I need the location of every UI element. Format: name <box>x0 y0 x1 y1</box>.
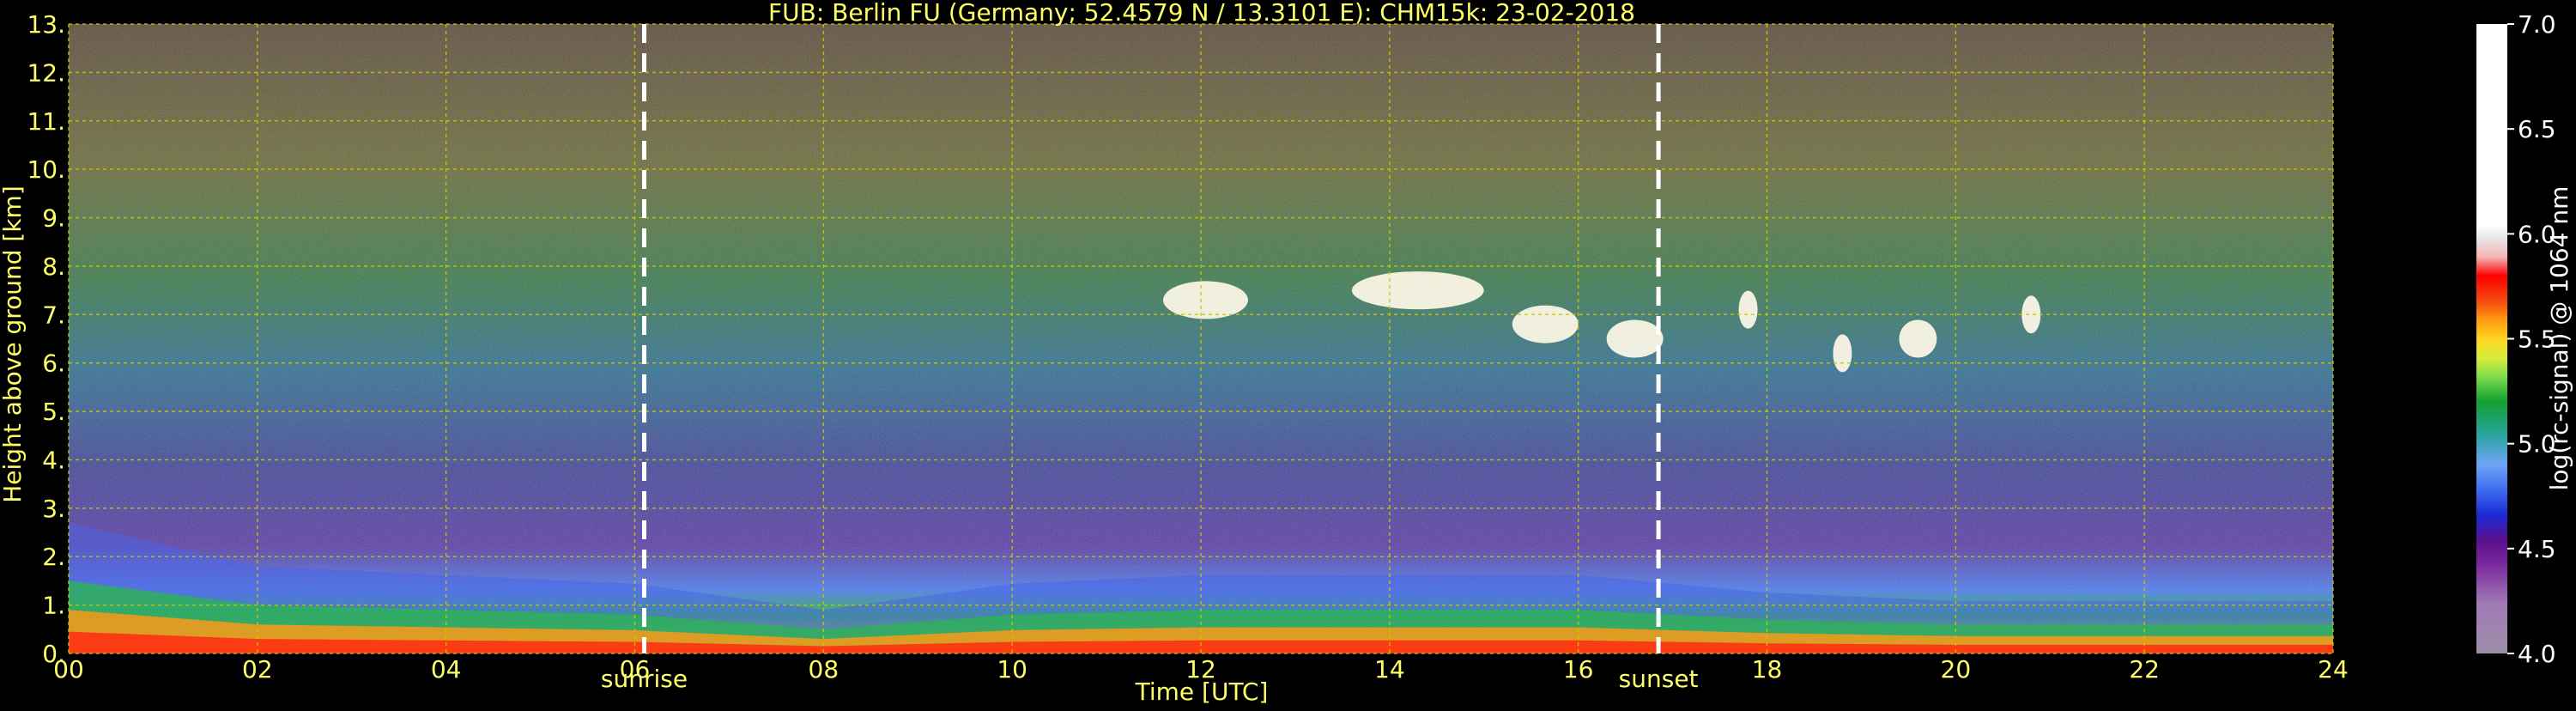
cirrus-cloud <box>1833 334 1852 373</box>
y-tick-label: 2. <box>42 543 65 571</box>
y-tick-label: 6. <box>42 349 65 378</box>
x-tick-label: 22 <box>2129 655 2160 684</box>
x-axis-label: Time [UTC] <box>1135 678 1269 706</box>
x-tick-label: 08 <box>809 655 839 684</box>
x-tick-label: 18 <box>1752 655 1783 684</box>
colorbar-tick-label: 7.0 <box>2518 10 2556 39</box>
x-tick-label: 14 <box>1374 655 1405 684</box>
x-tick-label: 02 <box>242 655 273 684</box>
y-tick-label: 4. <box>42 446 65 474</box>
x-tick-label: 24 <box>2318 655 2349 684</box>
y-tick-label: 12. <box>27 58 65 87</box>
colorbar-label: log(rc-signal) @ 1064 nm <box>2545 186 2573 491</box>
cirrus-cloud <box>1899 319 1937 358</box>
colorbar-tick-label: 4.5 <box>2518 535 2556 563</box>
sun-event-label: sunrise <box>601 665 688 693</box>
x-tick-label: 20 <box>1941 655 1972 684</box>
y-tick-labels: 0.1.2.3.4.5.6.7.8.9.10.11.12.13. <box>27 10 65 668</box>
y-tick-label: 1. <box>42 592 65 620</box>
chart-svg: 0.1.2.3.4.5.6.7.8.9.10.11.12.13. 00 02 04 0… <box>0 0 2573 706</box>
lidar-quicklook: 0. 1. 2. 3. 4. 5. 6. 7. 8. 9. 10. 11. 12. 13. 00 02 04 0… <box>0 0 2576 708</box>
y-tick-label: 8. <box>42 252 65 281</box>
sun-event-label: sunset <box>1619 665 1699 693</box>
colorbar-tick-label: 4.0 <box>2518 640 2556 668</box>
cirrus-cloud <box>1738 290 1758 329</box>
cirrus-cloud <box>1512 305 1579 343</box>
cirrus-cloud <box>1606 319 1664 358</box>
cirrus-cloud <box>1351 271 1484 310</box>
y-tick-label: 7. <box>42 301 65 329</box>
y-tick-label: 5. <box>42 398 65 426</box>
x-tick-label: 00 <box>53 655 84 684</box>
x-tick-label: 04 <box>431 655 462 684</box>
colorbar-tick-label: 6.5 <box>2518 115 2556 143</box>
cirrus-cloud <box>2021 295 2041 334</box>
y-tick-label: 10. <box>27 155 65 184</box>
plot-noise-texture <box>69 24 2333 653</box>
x-tick-label: 10 <box>997 655 1027 684</box>
y-axis-label: Height above ground [km] <box>0 185 27 503</box>
y-tick-label: 3. <box>42 495 65 523</box>
chart-title: FUB: Berlin FU (Germany; 52.4579 N / 13.… <box>768 0 1635 27</box>
y-tick-label: 11. <box>27 107 65 136</box>
colorbar <box>2476 24 2507 653</box>
cirrus-cloud <box>1163 281 1248 319</box>
y-tick-label: 13. <box>27 10 65 39</box>
y-tick-label: 9. <box>42 204 65 233</box>
x-tick-label: 16 <box>1563 655 1594 684</box>
